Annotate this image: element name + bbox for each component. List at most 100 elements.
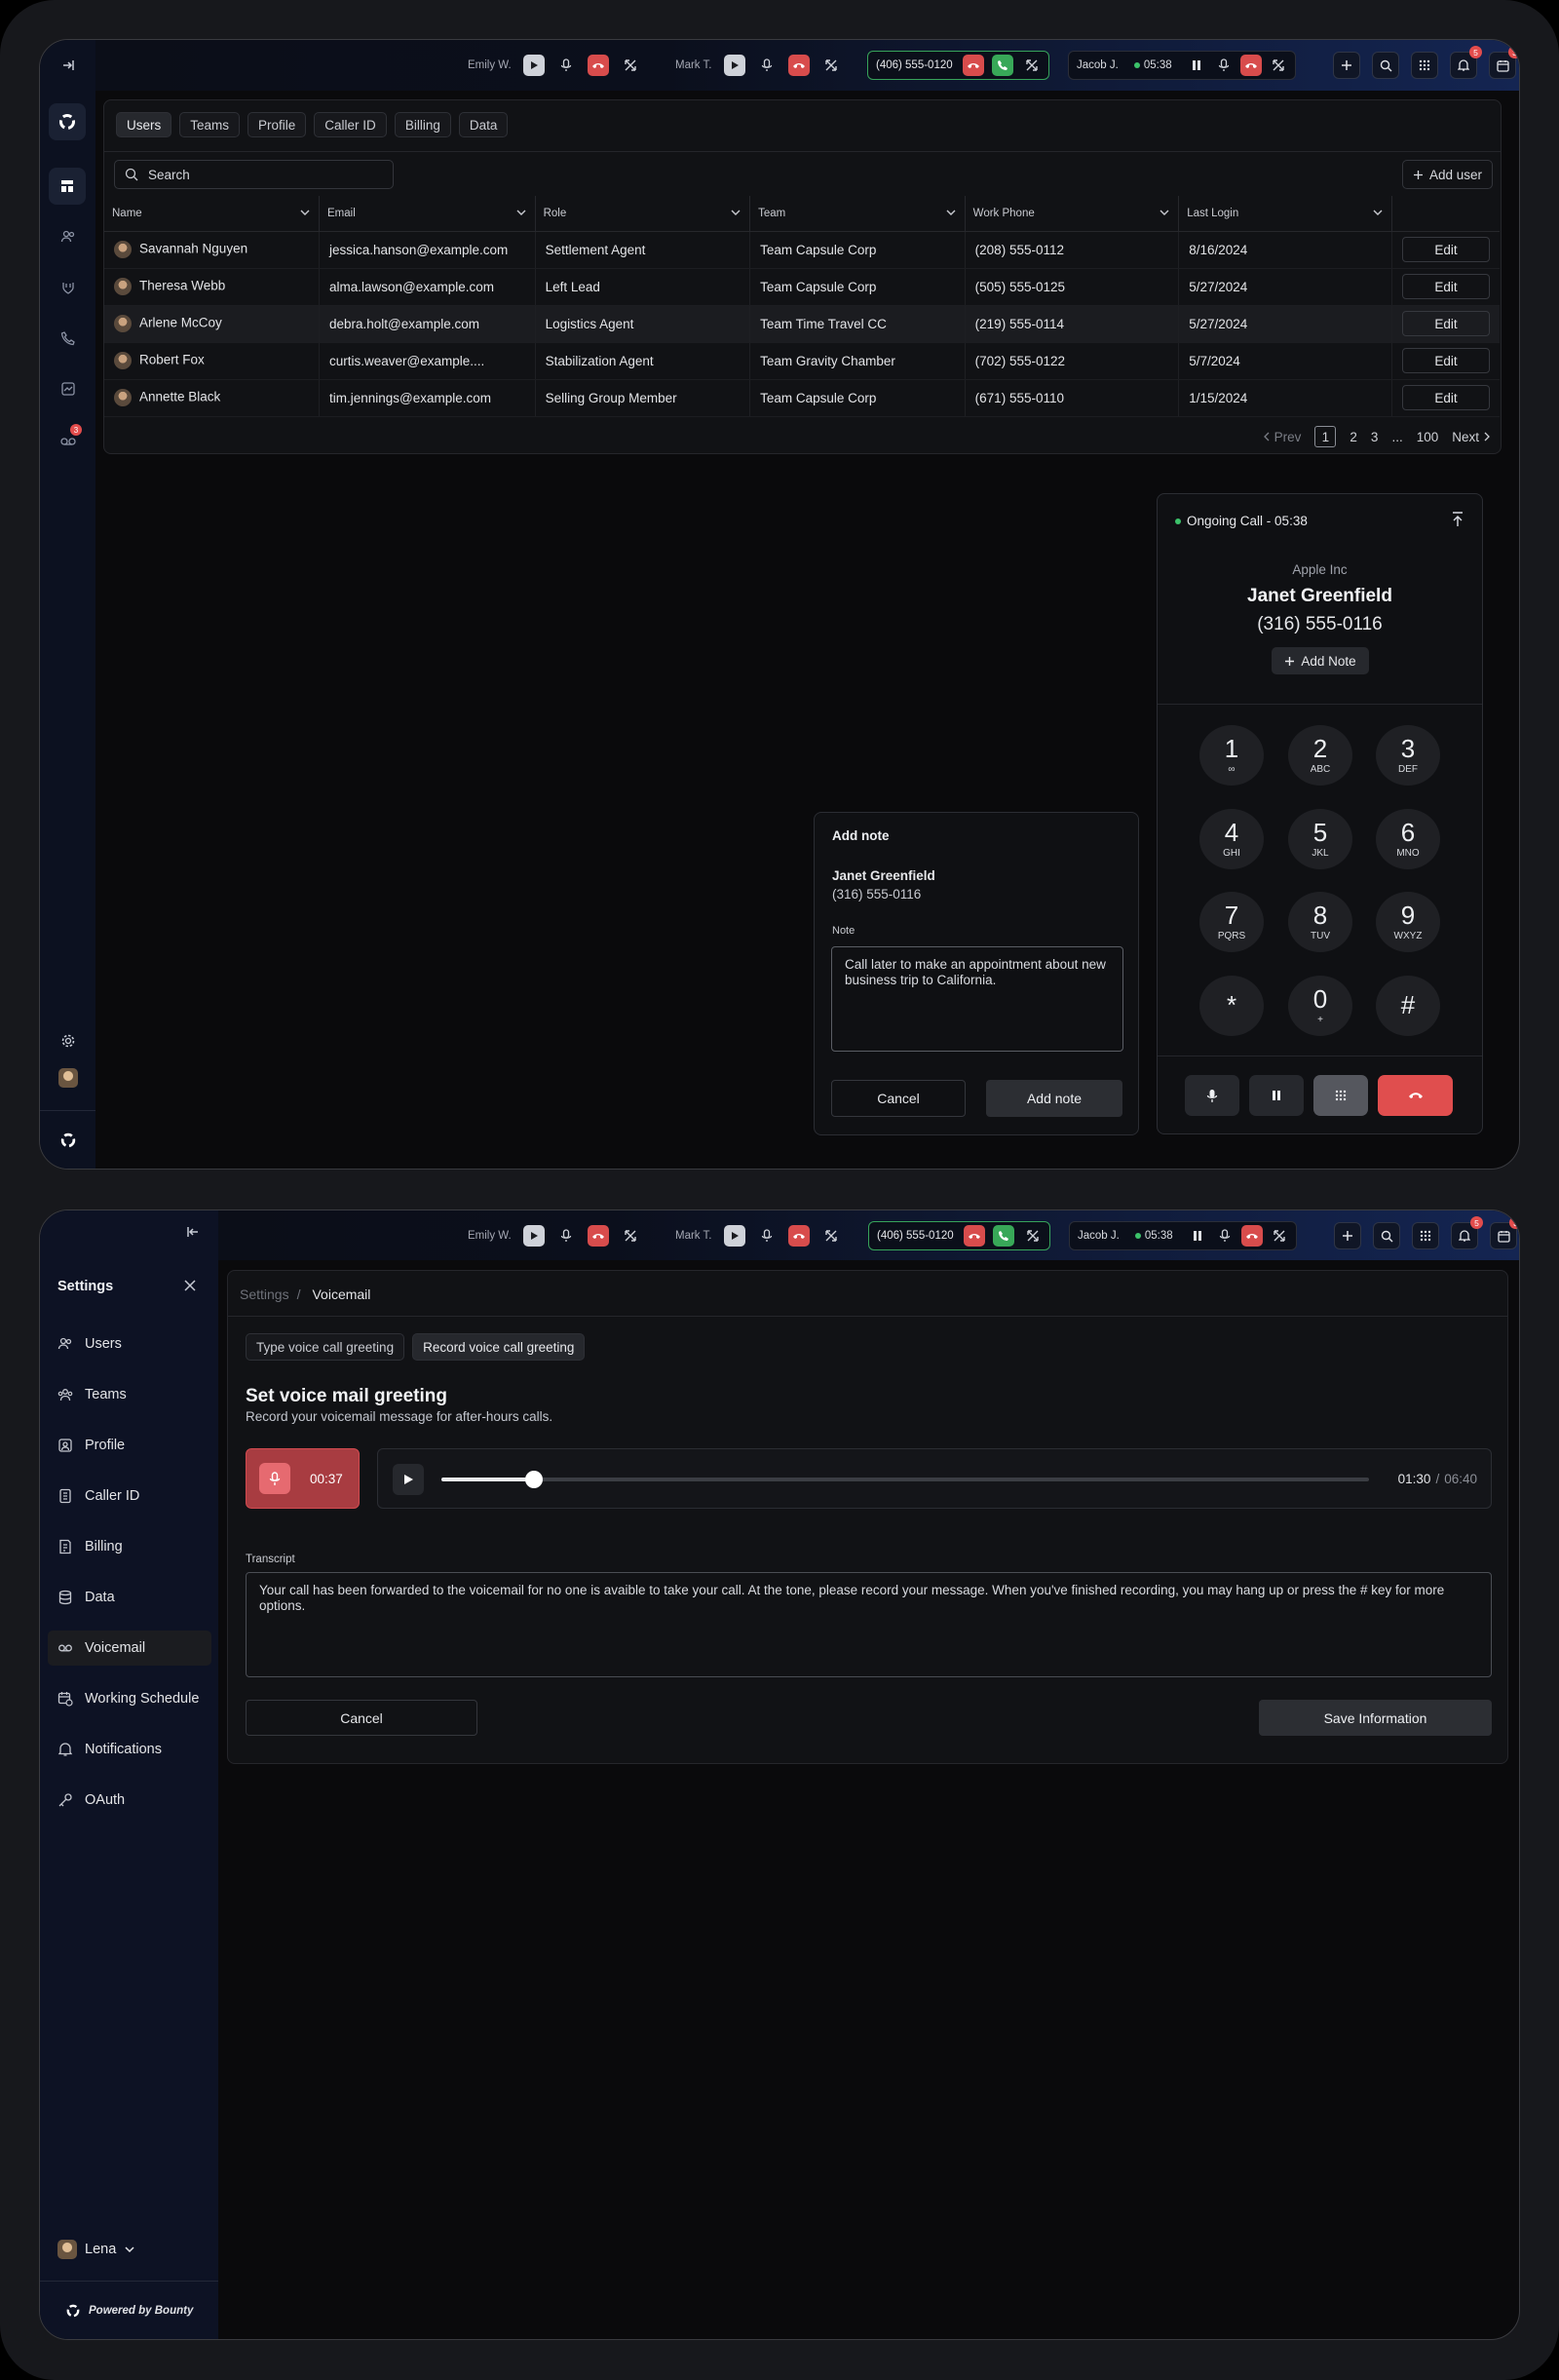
edit-button[interactable]: Edit	[1401, 385, 1490, 410]
submit-note-button[interactable]: Add note	[986, 1080, 1122, 1117]
cancel-button[interactable]: Cancel	[246, 1700, 477, 1736]
seek-thumb[interactable]	[525, 1471, 544, 1488]
settings-item-profile[interactable]: Profile	[48, 1428, 211, 1463]
plus-icon[interactable]	[1333, 52, 1360, 79]
hangup-icon[interactable]	[963, 1225, 985, 1247]
hangup-icon[interactable]	[962, 55, 984, 76]
transfer-icon[interactable]	[820, 1225, 842, 1247]
col-name[interactable]: Name	[104, 196, 321, 232]
page-3[interactable]: 3	[1371, 430, 1379, 444]
keypad-button[interactable]	[1313, 1075, 1368, 1116]
transfer-icon[interactable]	[1269, 1225, 1290, 1247]
calendar-icon[interactable]: 3	[1489, 46, 1519, 79]
hangup-icon[interactable]	[787, 55, 810, 76]
settings-item-voicemail[interactable]: Voicemail	[48, 1631, 211, 1666]
settings-item-teams[interactable]: Teams	[48, 1377, 211, 1412]
note-textarea[interactable]: Call later to make an appointment about …	[831, 946, 1123, 1052]
page-1[interactable]: 1	[1314, 426, 1337, 447]
close-icon[interactable]	[183, 1279, 197, 1292]
dial-key-0[interactable]: 0 +	[1288, 976, 1352, 1036]
search-input[interactable]: Search	[114, 160, 394, 189]
hangup-icon[interactable]	[787, 1225, 810, 1247]
mic-icon[interactable]	[1213, 55, 1235, 76]
hold-button[interactable]	[1249, 1075, 1304, 1116]
hangup-icon[interactable]	[1240, 1225, 1263, 1247]
plus-icon[interactable]	[1334, 1222, 1361, 1249]
col-last-login[interactable]: Last Login	[1178, 196, 1392, 232]
collapse-sidebar-icon[interactable]	[186, 1225, 200, 1247]
mic-icon[interactable]	[555, 1225, 577, 1247]
avatar[interactable]	[40, 1067, 95, 1089]
dial-key-4[interactable]: 4 GHI	[1199, 809, 1264, 869]
save-button[interactable]: Save Information	[1259, 1700, 1492, 1736]
mic-icon[interactable]	[1214, 1225, 1236, 1247]
table-row[interactable]: Annette Black tim.jennings@example.com S…	[104, 379, 1500, 417]
tab-caller-id[interactable]: Caller ID	[314, 112, 387, 137]
dialpad-icon[interactable]	[1411, 52, 1438, 79]
prev-button[interactable]: Prev	[1263, 430, 1301, 444]
table-row[interactable]: Savannah Nguyen jessica.hanson@example.c…	[104, 231, 1500, 269]
settings-item-caller-id[interactable]: Caller ID	[48, 1478, 211, 1514]
hangup-icon[interactable]	[1239, 55, 1262, 76]
tab-record-greeting[interactable]: Record voice call greeting	[412, 1333, 586, 1361]
edit-button[interactable]: Edit	[1401, 237, 1490, 262]
search-icon[interactable]	[1372, 52, 1399, 79]
bell-icon[interactable]: 5	[1450, 46, 1482, 79]
minimize-icon[interactable]	[1451, 512, 1464, 527]
voicemail-icon[interactable]: 3	[40, 424, 95, 450]
app-logo-icon[interactable]	[49, 103, 86, 140]
agent-jacob-chip[interactable]: Jacob J. 05:38	[1069, 1221, 1297, 1250]
col-email[interactable]: Email	[319, 196, 536, 232]
play-icon[interactable]	[522, 1225, 545, 1247]
bell-icon[interactable]: 5	[1451, 1216, 1483, 1249]
next-button[interactable]: Next	[1452, 430, 1491, 444]
settings-item-working-schedule[interactable]: Working Schedule	[48, 1681, 211, 1716]
play-button[interactable]	[393, 1464, 424, 1495]
play-icon[interactable]	[723, 1225, 745, 1247]
dial-key-1[interactable]: 1 ∞	[1199, 725, 1264, 786]
table-row[interactable]: Arlene McCoy debra.holt@example.com Logi…	[104, 305, 1500, 343]
col-work-phone[interactable]: Work Phone	[965, 196, 1180, 232]
add-note-button[interactable]: Add Note	[1272, 647, 1369, 674]
edit-button[interactable]: Edit	[1401, 274, 1490, 299]
table-row[interactable]: Theresa Webb alma.lawson@example.com Lef…	[104, 268, 1500, 306]
record-button[interactable]: 00:37	[246, 1448, 360, 1509]
dial-key-star[interactable]: *	[1199, 976, 1264, 1036]
dialpad-icon[interactable]	[1412, 1222, 1439, 1249]
answer-icon[interactable]	[991, 55, 1013, 76]
settings-item-data[interactable]: Data	[48, 1580, 211, 1615]
search-icon[interactable]	[1373, 1222, 1400, 1249]
settings-item-users[interactable]: Users	[48, 1326, 211, 1362]
answer-icon[interactable]	[992, 1225, 1014, 1247]
col-team[interactable]: Team	[749, 196, 966, 232]
dashboard-icon[interactable]	[49, 168, 86, 205]
seek-bar[interactable]	[441, 1471, 1369, 1488]
tab-profile[interactable]: Profile	[247, 112, 307, 137]
pause-icon[interactable]	[1187, 1225, 1208, 1247]
active-call-chip[interactable]: (406) 555-0120	[867, 51, 1049, 80]
transfer-icon[interactable]	[1021, 55, 1043, 76]
users-icon[interactable]	[40, 226, 95, 248]
calendar-icon[interactable]: 3	[1490, 1216, 1519, 1249]
dial-key-6[interactable]: 6 MNO	[1376, 809, 1440, 869]
cancel-button[interactable]: Cancel	[831, 1080, 966, 1117]
tab-type-greeting[interactable]: Type voice call greeting	[246, 1333, 405, 1361]
breadcrumb-settings[interactable]: Settings	[240, 1286, 289, 1302]
play-icon[interactable]	[723, 55, 745, 76]
col-role[interactable]: Role	[535, 196, 751, 232]
mic-icon[interactable]	[756, 1225, 778, 1247]
user-menu[interactable]: Lena	[57, 2240, 135, 2259]
settings-icon[interactable]	[40, 1030, 95, 1052]
settings-item-notifications[interactable]: Notifications	[48, 1732, 211, 1767]
expand-sidebar-icon[interactable]	[40, 55, 95, 76]
agent-jacob-chip[interactable]: Jacob J. 05:38	[1068, 51, 1296, 80]
dial-key-9[interactable]: 9 WXYZ	[1376, 892, 1440, 952]
mic-icon[interactable]	[756, 55, 778, 76]
tab-users[interactable]: Users	[116, 112, 172, 137]
tab-data[interactable]: Data	[458, 112, 509, 137]
settings-item-oauth[interactable]: OAuth	[48, 1783, 211, 1818]
mic-icon[interactable]	[555, 55, 577, 76]
tab-billing[interactable]: Billing	[394, 112, 451, 137]
play-icon[interactable]	[522, 55, 545, 76]
active-call-chip[interactable]: (406) 555-0120	[868, 1221, 1050, 1250]
